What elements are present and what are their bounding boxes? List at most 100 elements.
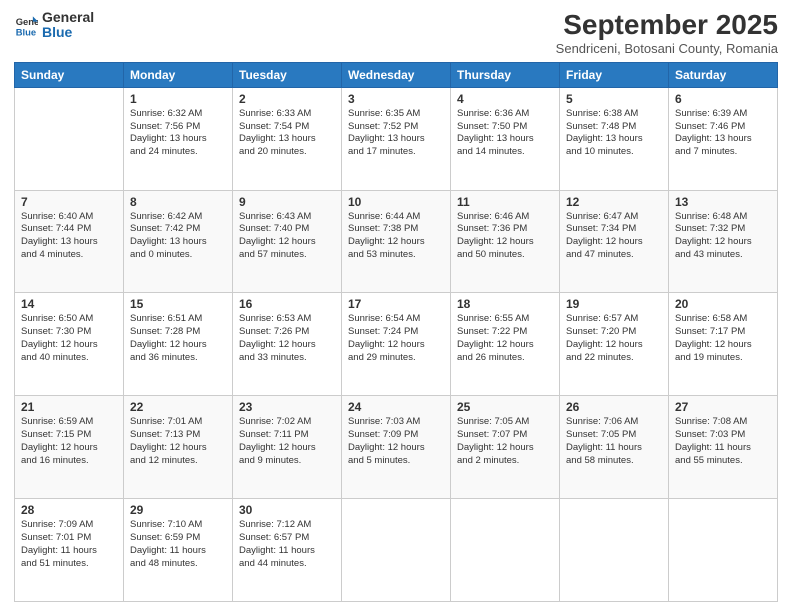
week-row-4: 21 Sunrise: 6:59 AM Sunset: 7:15 PM Dayli… [15, 396, 778, 499]
day-number: 11 [457, 195, 553, 209]
calendar-cell-2-1: 15 Sunrise: 6:51 AM Sunset: 7:28 PM Dayli… [124, 293, 233, 396]
calendar-cell-0-4: 4 Sunrise: 6:36 AM Sunset: 7:50 PM Daylig… [451, 87, 560, 190]
day-info: Sunrise: 6:40 AM Sunset: 7:44 PM Dayligh… [21, 211, 117, 262]
calendar-cell-1-0: 7 Sunrise: 6:40 AM Sunset: 7:44 PM Daylig… [15, 190, 124, 293]
calendar-cell-2-6: 20 Sunrise: 6:58 AM Sunset: 7:17 PM Dayli… [669, 293, 778, 396]
month-title: September 2025 [556, 10, 778, 41]
day-info: Sunrise: 7:08 AM Sunset: 7:03 PM Dayligh… [675, 416, 771, 467]
day-number: 9 [239, 195, 335, 209]
calendar-cell-2-3: 17 Sunrise: 6:54 AM Sunset: 7:24 PM Dayli… [342, 293, 451, 396]
calendar-cell-0-5: 5 Sunrise: 6:38 AM Sunset: 7:48 PM Daylig… [560, 87, 669, 190]
day-number: 16 [239, 297, 335, 311]
day-number: 23 [239, 400, 335, 414]
calendar-cell-2-5: 19 Sunrise: 6:57 AM Sunset: 7:20 PM Dayli… [560, 293, 669, 396]
day-number: 4 [457, 92, 553, 106]
calendar-cell-0-0 [15, 87, 124, 190]
calendar-cell-3-0: 21 Sunrise: 6:59 AM Sunset: 7:15 PM Dayli… [15, 396, 124, 499]
day-number: 17 [348, 297, 444, 311]
day-info: Sunrise: 6:50 AM Sunset: 7:30 PM Dayligh… [21, 313, 117, 364]
header-wednesday: Wednesday [342, 62, 451, 87]
day-info: Sunrise: 6:38 AM Sunset: 7:48 PM Dayligh… [566, 108, 662, 159]
day-info: Sunrise: 7:09 AM Sunset: 7:01 PM Dayligh… [21, 519, 117, 570]
calendar-cell-1-4: 11 Sunrise: 6:46 AM Sunset: 7:36 PM Dayli… [451, 190, 560, 293]
day-number: 12 [566, 195, 662, 209]
day-number: 3 [348, 92, 444, 106]
logo-icon: General Blue [14, 13, 38, 37]
day-info: Sunrise: 6:47 AM Sunset: 7:34 PM Dayligh… [566, 211, 662, 262]
day-number: 21 [21, 400, 117, 414]
header-tuesday: Tuesday [233, 62, 342, 87]
day-number: 2 [239, 92, 335, 106]
day-info: Sunrise: 7:01 AM Sunset: 7:13 PM Dayligh… [130, 416, 226, 467]
day-info: Sunrise: 6:33 AM Sunset: 7:54 PM Dayligh… [239, 108, 335, 159]
calendar-table: Sunday Monday Tuesday Wednesday Thursday… [14, 62, 778, 602]
calendar-cell-4-1: 29Sunrise: 7:10 AM Sunset: 6:59 PM Dayli… [124, 499, 233, 602]
week-row-2: 7 Sunrise: 6:40 AM Sunset: 7:44 PM Daylig… [15, 190, 778, 293]
calendar-cell-1-1: 8Sunrise: 6:42 AM Sunset: 7:42 PM Daylig… [124, 190, 233, 293]
logo-blue-text: Blue [42, 25, 94, 40]
calendar-cell-3-4: 25 Sunrise: 7:05 AM Sunset: 7:07 PM Dayli… [451, 396, 560, 499]
day-number: 7 [21, 195, 117, 209]
calendar-cell-3-1: 22Sunrise: 7:01 AM Sunset: 7:13 PM Dayli… [124, 396, 233, 499]
calendar-cell-0-1: 1Sunrise: 6:32 AM Sunset: 7:56 PM Daylig… [124, 87, 233, 190]
day-number: 26 [566, 400, 662, 414]
day-info: Sunrise: 7:06 AM Sunset: 7:05 PM Dayligh… [566, 416, 662, 467]
logo: General Blue General Blue [14, 10, 94, 41]
calendar-cell-4-5 [560, 499, 669, 602]
day-number: 14 [21, 297, 117, 311]
day-info: Sunrise: 6:51 AM Sunset: 7:28 PM Dayligh… [130, 313, 226, 364]
day-number: 1 [130, 92, 226, 106]
day-info: Sunrise: 6:57 AM Sunset: 7:20 PM Dayligh… [566, 313, 662, 364]
calendar-cell-3-3: 24 Sunrise: 7:03 AM Sunset: 7:09 PM Dayli… [342, 396, 451, 499]
day-info: Sunrise: 6:35 AM Sunset: 7:52 PM Dayligh… [348, 108, 444, 159]
day-info: Sunrise: 7:12 AM Sunset: 6:57 PM Dayligh… [239, 519, 335, 570]
day-info: Sunrise: 6:43 AM Sunset: 7:40 PM Dayligh… [239, 211, 335, 262]
calendar-cell-3-6: 27 Sunrise: 7:08 AM Sunset: 7:03 PM Dayli… [669, 396, 778, 499]
week-row-1: 1Sunrise: 6:32 AM Sunset: 7:56 PM Daylig… [15, 87, 778, 190]
day-info: Sunrise: 6:55 AM Sunset: 7:22 PM Dayligh… [457, 313, 553, 364]
day-number: 13 [675, 195, 771, 209]
day-number: 5 [566, 92, 662, 106]
calendar-cell-1-6: 13Sunrise: 6:48 AM Sunset: 7:32 PM Dayli… [669, 190, 778, 293]
title-area: September 2025 Sendriceni, Botosani Coun… [556, 10, 778, 56]
day-number: 6 [675, 92, 771, 106]
day-number: 24 [348, 400, 444, 414]
calendar-cell-4-4 [451, 499, 560, 602]
header-monday: Monday [124, 62, 233, 87]
calendar-cell-4-6 [669, 499, 778, 602]
calendar-cell-4-2: 30 Sunrise: 7:12 AM Sunset: 6:57 PM Dayli… [233, 499, 342, 602]
day-number: 28 [21, 503, 117, 517]
day-number: 27 [675, 400, 771, 414]
day-info: Sunrise: 6:39 AM Sunset: 7:46 PM Dayligh… [675, 108, 771, 159]
day-number: 25 [457, 400, 553, 414]
calendar-cell-2-0: 14 Sunrise: 6:50 AM Sunset: 7:30 PM Dayli… [15, 293, 124, 396]
day-number: 15 [130, 297, 226, 311]
day-number: 19 [566, 297, 662, 311]
calendar-cell-4-0: 28 Sunrise: 7:09 AM Sunset: 7:01 PM Dayli… [15, 499, 124, 602]
calendar-cell-0-2: 2 Sunrise: 6:33 AM Sunset: 7:54 PM Daylig… [233, 87, 342, 190]
day-info: Sunrise: 6:44 AM Sunset: 7:38 PM Dayligh… [348, 211, 444, 262]
day-info: Sunrise: 6:46 AM Sunset: 7:36 PM Dayligh… [457, 211, 553, 262]
header-thursday: Thursday [451, 62, 560, 87]
day-number: 30 [239, 503, 335, 517]
calendar-cell-1-2: 9 Sunrise: 6:43 AM Sunset: 7:40 PM Daylig… [233, 190, 342, 293]
day-info: Sunrise: 7:03 AM Sunset: 7:09 PM Dayligh… [348, 416, 444, 467]
location-subtitle: Sendriceni, Botosani County, Romania [556, 41, 778, 56]
week-row-5: 28 Sunrise: 7:09 AM Sunset: 7:01 PM Dayli… [15, 499, 778, 602]
day-number: 20 [675, 297, 771, 311]
day-info: Sunrise: 6:59 AM Sunset: 7:15 PM Dayligh… [21, 416, 117, 467]
header-friday: Friday [560, 62, 669, 87]
day-info: Sunrise: 6:53 AM Sunset: 7:26 PM Dayligh… [239, 313, 335, 364]
day-number: 18 [457, 297, 553, 311]
day-info: Sunrise: 6:36 AM Sunset: 7:50 PM Dayligh… [457, 108, 553, 159]
day-number: 10 [348, 195, 444, 209]
calendar-cell-4-3 [342, 499, 451, 602]
day-info: Sunrise: 7:05 AM Sunset: 7:07 PM Dayligh… [457, 416, 553, 467]
day-info: Sunrise: 7:10 AM Sunset: 6:59 PM Dayligh… [130, 519, 226, 570]
calendar-header-row: Sunday Monday Tuesday Wednesday Thursday… [15, 62, 778, 87]
day-info: Sunrise: 6:54 AM Sunset: 7:24 PM Dayligh… [348, 313, 444, 364]
logo-general-text: General [42, 10, 94, 25]
day-info: Sunrise: 6:58 AM Sunset: 7:17 PM Dayligh… [675, 313, 771, 364]
day-info: Sunrise: 6:42 AM Sunset: 7:42 PM Dayligh… [130, 211, 226, 262]
calendar-cell-0-6: 6 Sunrise: 6:39 AM Sunset: 7:46 PM Daylig… [669, 87, 778, 190]
